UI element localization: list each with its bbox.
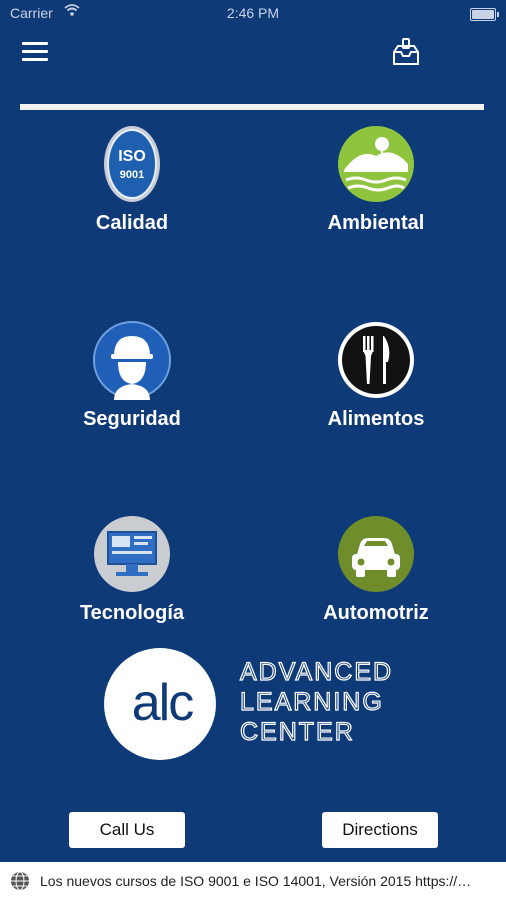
logo-line-2: LEARNING [240, 688, 384, 716]
logo-mark: alc [132, 674, 193, 732]
call-us-button[interactable]: Call Us [69, 812, 185, 848]
category-label: Automotriz [323, 602, 429, 624]
logo-line-1: ADVANCED [240, 658, 393, 686]
category-alimentos[interactable]: Alimentos [276, 320, 476, 460]
menu-icon[interactable] [22, 40, 48, 62]
clock: 2:46 PM [226, 5, 280, 21]
fork-knife-icon [336, 320, 416, 400]
category-label: Ambiental [327, 212, 425, 234]
environment-icon [336, 124, 416, 204]
category-automotriz[interactable]: Automotriz [276, 514, 476, 654]
header-divider [20, 104, 484, 110]
safety-helmet-icon [92, 320, 172, 400]
directions-button[interactable]: Directions [322, 812, 438, 848]
iso-number-text: 9001 [120, 169, 144, 181]
car-icon [336, 514, 416, 594]
status-bar: Carrier 2:46 PM [0, 0, 506, 28]
category-label: Alimentos [327, 408, 425, 430]
category-ambiental[interactable]: Ambiental [276, 124, 476, 264]
category-label: Calidad [95, 212, 169, 234]
category-label: Tecnología [79, 602, 185, 624]
news-text: Los nuevos cursos de ISO 9001 e ISO 1400… [40, 873, 472, 889]
alc-logo: alc ADVANCED LEARNING CENTER [102, 646, 402, 762]
inbox-icon[interactable] [390, 36, 422, 68]
iso-9001-icon: ISO 9001 [92, 124, 172, 204]
news-ticker[interactable]: Los nuevos cursos de ISO 9001 e ISO 1400… [0, 862, 506, 900]
category-seguridad[interactable]: Seguridad [32, 320, 232, 460]
globe-icon [10, 871, 30, 891]
category-tecnologia[interactable]: Tecnología [32, 514, 232, 654]
battery-icon [470, 8, 499, 21]
category-label: Seguridad [83, 408, 181, 430]
category-calidad[interactable]: ISO 9001 Calidad [32, 124, 232, 264]
computer-icon [92, 514, 172, 594]
logo-line-3: CENTER [240, 718, 355, 746]
iso-text: ISO [118, 148, 146, 165]
